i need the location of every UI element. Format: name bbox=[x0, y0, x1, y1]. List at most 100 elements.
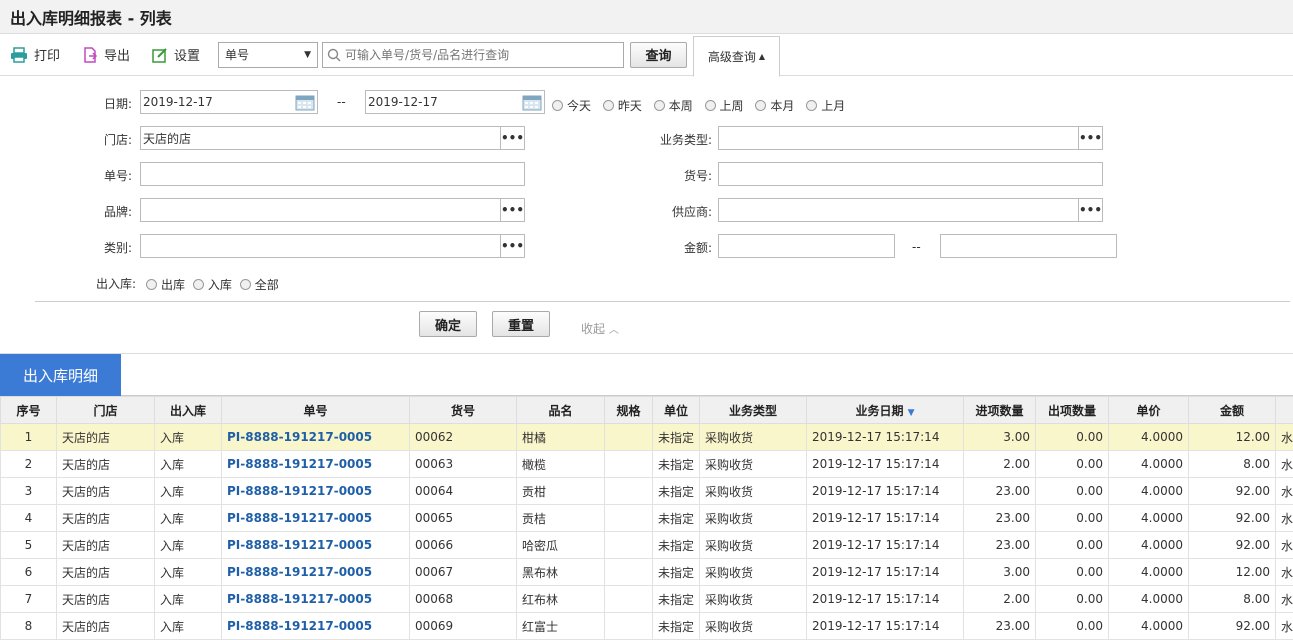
search-field-select[interactable]: 单号 ▼ bbox=[218, 41, 319, 68]
calendar-icon[interactable] bbox=[522, 93, 542, 111]
table-header-row: 序号 门店 出入库 单号 货号 品名 规格 单位 业务类型 业务日期 ▼ 进项数… bbox=[0, 396, 1293, 424]
table-cell bbox=[604, 612, 653, 640]
col-header[interactable]: 门店 bbox=[56, 396, 155, 424]
table-row[interactable]: 2 天店的店 入库 PI-8888-191217-0005 00063 橄榄 未指定 采购收货… bbox=[0, 450, 1293, 478]
date-separator: -- bbox=[337, 95, 346, 109]
table-cell: 23.00 bbox=[963, 504, 1036, 532]
col-header[interactable]: 金额 bbox=[1188, 396, 1276, 424]
export-button[interactable]: 导出 bbox=[82, 45, 130, 64]
col-header[interactable]: 规格 bbox=[604, 396, 653, 424]
edit-icon bbox=[152, 47, 167, 63]
item-field[interactable] bbox=[718, 162, 1103, 186]
calendar-icon[interactable] bbox=[295, 93, 315, 111]
settings-button[interactable]: 设置 bbox=[152, 45, 200, 64]
table-cell: 00065 bbox=[409, 504, 517, 532]
brand-field[interactable]: ••• bbox=[140, 198, 525, 222]
order-link[interactable]: PI-8888-191217-0005 bbox=[221, 612, 410, 640]
table-cell: 00062 bbox=[409, 423, 517, 451]
supplier-field[interactable]: ••• bbox=[718, 198, 1103, 222]
table-cell: 23.00 bbox=[963, 477, 1036, 505]
table-cell bbox=[604, 531, 653, 559]
col-header-sorted[interactable]: 业务日期 ▼ bbox=[806, 396, 964, 424]
radio-last-week[interactable]: 上周 bbox=[704, 97, 744, 114]
biztype-label: 业务类型: bbox=[659, 133, 712, 147]
col-header[interactable]: 出项数量 bbox=[1035, 396, 1109, 424]
col-header[interactable]: 进项数量 bbox=[963, 396, 1036, 424]
table-cell: 2.00 bbox=[963, 585, 1036, 613]
order-field[interactable] bbox=[140, 162, 525, 186]
col-header[interactable]: 货号 bbox=[409, 396, 517, 424]
brand-picker-button[interactable]: ••• bbox=[500, 198, 524, 222]
order-link[interactable]: PI-8888-191217-0005 bbox=[221, 585, 410, 613]
col-header[interactable]: 序号 bbox=[0, 396, 57, 424]
reset-button[interactable]: 重置 bbox=[492, 311, 550, 337]
confirm-button[interactable]: 确定 bbox=[419, 311, 477, 337]
table-cell: 4.0000 bbox=[1108, 504, 1189, 532]
amount-separator: -- bbox=[912, 240, 921, 254]
tab-io-detail[interactable]: 出入库明细 bbox=[0, 354, 121, 396]
radio-today[interactable]: 今天 bbox=[552, 97, 591, 114]
table-cell: 入库 bbox=[154, 558, 222, 586]
order-link[interactable]: PI-8888-191217-0005 bbox=[221, 477, 410, 505]
collapse-link[interactable]: 收起 ︿ bbox=[581, 320, 619, 337]
table-cell: 2019-12-17 15:17:14 bbox=[806, 504, 964, 532]
table-cell: 未指定 bbox=[652, 558, 700, 586]
order-link[interactable]: PI-8888-191217-0005 bbox=[221, 531, 410, 559]
amount-max-field[interactable] bbox=[940, 234, 1117, 258]
search-input[interactable] bbox=[345, 47, 624, 62]
table-row[interactable]: 3 天店的店 入库 PI-8888-191217-0005 00064 贡柑 未指定 采购收货… bbox=[0, 477, 1293, 505]
radio-last-month[interactable]: 上月 bbox=[806, 97, 845, 114]
biztype-field[interactable]: ••• bbox=[718, 126, 1103, 150]
radio-outbound[interactable]: 出库 bbox=[146, 276, 185, 293]
biztype-picker-button[interactable]: ••• bbox=[1078, 126, 1102, 150]
advanced-query-tab[interactable]: 高级查询 ▲ bbox=[693, 36, 780, 77]
order-link[interactable]: PI-8888-191217-0005 bbox=[221, 558, 410, 586]
table-cell: 水 bbox=[1275, 504, 1293, 532]
table-cell: 天店的店 bbox=[56, 423, 155, 451]
radio-this-week[interactable]: 本周 bbox=[653, 97, 693, 114]
col-header[interactable] bbox=[1275, 396, 1293, 424]
radio-this-month[interactable]: 本月 bbox=[755, 97, 794, 114]
col-header[interactable]: 单价 bbox=[1108, 396, 1189, 424]
supplier-picker-button[interactable]: ••• bbox=[1078, 198, 1102, 222]
table-cell: 4.0000 bbox=[1108, 477, 1189, 505]
table-cell: 采购收货 bbox=[699, 450, 807, 478]
date-to-field[interactable]: 2019-12-17 bbox=[365, 90, 545, 114]
table-row[interactable]: 6 天店的店 入库 PI-8888-191217-0005 00067 黑布林 未指定 采购收… bbox=[0, 558, 1293, 586]
order-label: 单号: bbox=[103, 169, 132, 183]
category-picker-button[interactable]: ••• bbox=[500, 234, 524, 258]
table-cell: 2.00 bbox=[963, 450, 1036, 478]
table-cell: 00064 bbox=[409, 477, 517, 505]
col-header[interactable]: 业务类型 bbox=[699, 396, 807, 424]
print-button[interactable]: 打印 bbox=[10, 45, 60, 64]
col-header[interactable]: 出入库 bbox=[154, 396, 222, 424]
query-button[interactable]: 查询 bbox=[630, 41, 688, 68]
table-cell: 水 bbox=[1275, 531, 1293, 559]
table-row[interactable]: 7 天店的店 入库 PI-8888-191217-0005 00068 红布林 未指定 采购收… bbox=[0, 585, 1293, 613]
radio-inbound[interactable]: 入库 bbox=[192, 276, 232, 293]
order-link[interactable]: PI-8888-191217-0005 bbox=[221, 423, 410, 451]
radio-yesterday[interactable]: 昨天 bbox=[602, 97, 642, 114]
col-header[interactable]: 单号 bbox=[221, 396, 410, 424]
order-link[interactable]: PI-8888-191217-0005 bbox=[221, 450, 410, 478]
table-cell: 0.00 bbox=[1035, 531, 1109, 559]
table-row[interactable]: 4 天店的店 入库 PI-8888-191217-0005 00065 贡桔 未指定 采购收货… bbox=[0, 504, 1293, 532]
table-cell bbox=[604, 558, 653, 586]
col-header[interactable]: 品名 bbox=[516, 396, 605, 424]
amount-min-field[interactable] bbox=[718, 234, 895, 258]
table-cell: 0.00 bbox=[1035, 450, 1109, 478]
table-cell: 2019-12-17 15:17:14 bbox=[806, 450, 964, 478]
table-cell: 采购收货 bbox=[699, 504, 807, 532]
table-row[interactable]: 1 天店的店 入库 PI-8888-191217-0005 00062 柑橘 未指定 采购收货… bbox=[0, 423, 1293, 451]
table-cell: 未指定 bbox=[652, 504, 700, 532]
table-row[interactable]: 5 天店的店 入库 PI-8888-191217-0005 00066 哈密瓜 未指定 采购收… bbox=[0, 531, 1293, 559]
store-picker-button[interactable]: ••• bbox=[500, 126, 524, 150]
store-field[interactable]: 天店的店 ••• bbox=[140, 126, 525, 150]
table-row[interactable]: 8 天店的店 入库 PI-8888-191217-0005 00069 红富士 未指定 采购收… bbox=[0, 612, 1293, 640]
table-cell: 2019-12-17 15:17:14 bbox=[806, 477, 964, 505]
col-header[interactable]: 单位 bbox=[652, 396, 700, 424]
radio-all[interactable]: 全部 bbox=[239, 276, 279, 293]
date-from-field[interactable]: 2019-12-17 bbox=[140, 90, 318, 114]
category-field[interactable]: ••• bbox=[140, 234, 525, 258]
order-link[interactable]: PI-8888-191217-0005 bbox=[221, 504, 410, 532]
